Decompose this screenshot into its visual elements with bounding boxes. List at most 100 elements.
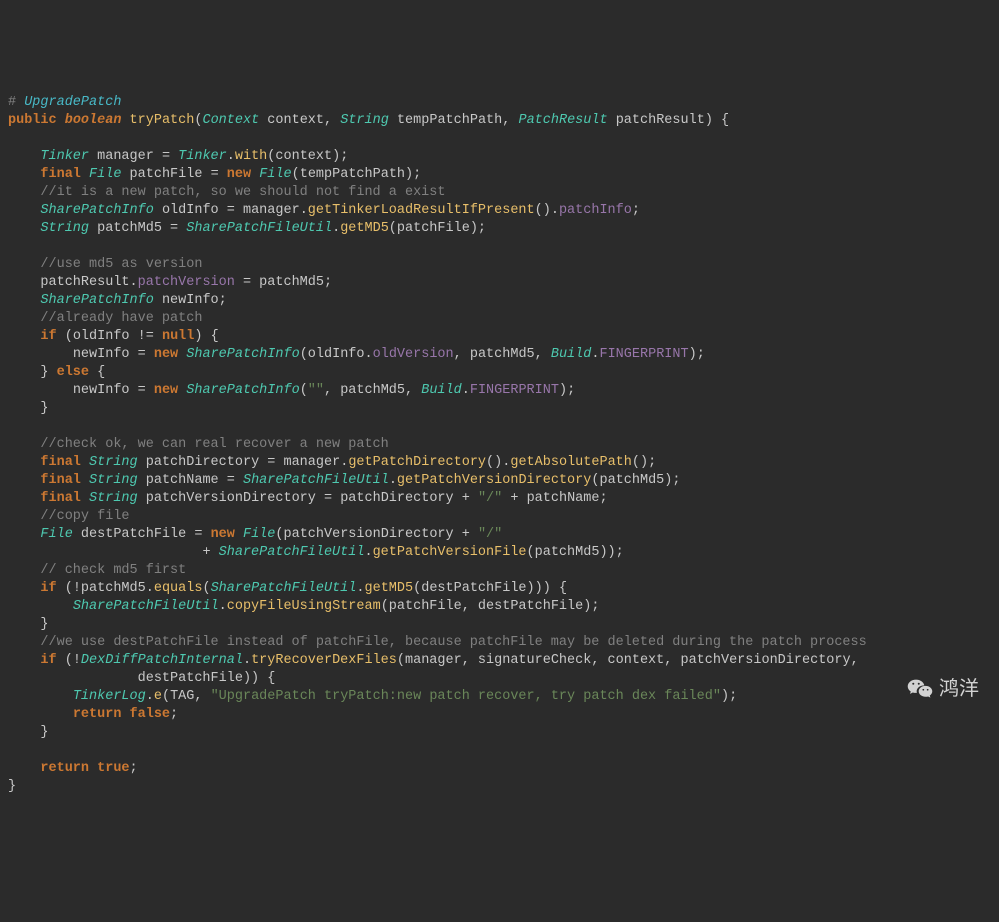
type: SharePatchInfo (40, 203, 153, 218)
const: FINGERPRINT (470, 383, 559, 398)
var: context (608, 653, 665, 668)
type: File (89, 167, 121, 182)
type: Tinker (40, 149, 89, 164)
param: context (267, 113, 324, 128)
type: String (89, 491, 138, 506)
type: File (243, 527, 275, 542)
var: manager (283, 455, 340, 470)
method: getPatchVersionDirectory (397, 473, 591, 488)
type: Tinker (178, 149, 227, 164)
type: SharePatchFileUtil (211, 581, 357, 596)
type: SharePatchInfo (40, 293, 153, 308)
kw-boolean: boolean (65, 113, 122, 128)
var: oldInfo (162, 203, 219, 218)
method: e (154, 689, 162, 704)
param: patchResult (616, 113, 705, 128)
var: patchFile (130, 167, 203, 182)
type: SharePatchInfo (186, 383, 299, 398)
bool: true (97, 761, 129, 776)
kw-public: public (8, 113, 57, 128)
comment: //use md5 as version (40, 257, 202, 272)
kw-if: if (40, 329, 56, 344)
kw-final: final (40, 491, 81, 506)
string: "/" (478, 527, 502, 542)
var: patchName (146, 473, 219, 488)
method: tryRecoverDexFiles (251, 653, 397, 668)
var: patchVersionDirectory (284, 527, 454, 542)
method: copyFileUsingStream (227, 599, 381, 614)
var: patchMd5 (599, 473, 664, 488)
param: tempPatchPath (397, 113, 502, 128)
comment: // check md5 first (40, 563, 186, 578)
hash: # (8, 95, 24, 110)
var: patchDirectory (340, 491, 453, 506)
var: manager (405, 653, 462, 668)
var: destPatchFile (421, 581, 526, 596)
var: patchName (527, 491, 600, 506)
code-block: # UpgradePatch public boolean tryPatch(C… (8, 76, 991, 796)
type: SharePatchFileUtil (219, 545, 365, 560)
var: manager (243, 203, 300, 218)
type: PatchResult (518, 113, 607, 128)
var: patchFile (389, 599, 462, 614)
var: manager (97, 149, 154, 164)
method: getPatchVersionFile (373, 545, 527, 560)
field: oldVersion (373, 347, 454, 362)
watermark-text: 鸿洋 (939, 680, 979, 698)
var: patchVersionDirectory (680, 653, 850, 668)
type: SharePatchFileUtil (73, 599, 219, 614)
var: newInfo (73, 383, 130, 398)
var: patchVersionDirectory (146, 491, 316, 506)
field: patchInfo (559, 203, 632, 218)
method: getAbsolutePath (510, 455, 632, 470)
var: oldInfo (308, 347, 365, 362)
string: "/" (478, 491, 502, 506)
kw-new: new (211, 527, 235, 542)
watermark: 鸿洋 (907, 678, 979, 700)
kw-new: new (227, 167, 251, 182)
const: FINGERPRINT (599, 347, 688, 362)
var: patchDirectory (146, 455, 259, 470)
bool: false (130, 707, 171, 722)
var: patchMd5 (470, 347, 535, 362)
field: patchVersion (138, 275, 235, 290)
method: getPatchDirectory (348, 455, 486, 470)
type: String (89, 473, 138, 488)
var: context (275, 149, 332, 164)
var: oldInfo (73, 329, 130, 344)
var: patchMd5 (340, 383, 405, 398)
kw-if: if (40, 581, 56, 596)
var: destPatchFile (81, 527, 186, 542)
type: Context (202, 113, 259, 128)
method: equals (154, 581, 203, 596)
type: Build (421, 383, 462, 398)
kw-else: else (57, 365, 89, 380)
method: getTinkerLoadResultIfPresent (308, 203, 535, 218)
class-title: UpgradePatch (24, 95, 121, 110)
kw-null: null (162, 329, 194, 344)
kw-final: final (40, 473, 81, 488)
var: patchMd5 (535, 545, 600, 560)
string: "" (308, 383, 324, 398)
var: TAG (170, 689, 194, 704)
var: newInfo (73, 347, 130, 362)
method: getMD5 (340, 221, 389, 236)
string: "UpgradePatch tryPatch:new patch recover… (211, 689, 721, 704)
comment: //already have patch (40, 311, 202, 326)
var: patchMd5 (81, 581, 146, 596)
kw-final: final (40, 167, 81, 182)
type: File (40, 527, 72, 542)
comment: //it is a new patch, so we should not fi… (40, 185, 445, 200)
method: getMD5 (365, 581, 414, 596)
var: newInfo (162, 293, 219, 308)
var: patchResult (40, 275, 129, 290)
kw-if: if (40, 653, 56, 668)
type: SharePatchInfo (186, 347, 299, 362)
var: destPatchFile (138, 671, 243, 686)
type: Build (551, 347, 592, 362)
var: patchMd5 (259, 275, 324, 290)
comment: //copy file (40, 509, 129, 524)
fn-name: tryPatch (130, 113, 195, 128)
var: signatureCheck (478, 653, 591, 668)
var: patchMd5 (97, 221, 162, 236)
